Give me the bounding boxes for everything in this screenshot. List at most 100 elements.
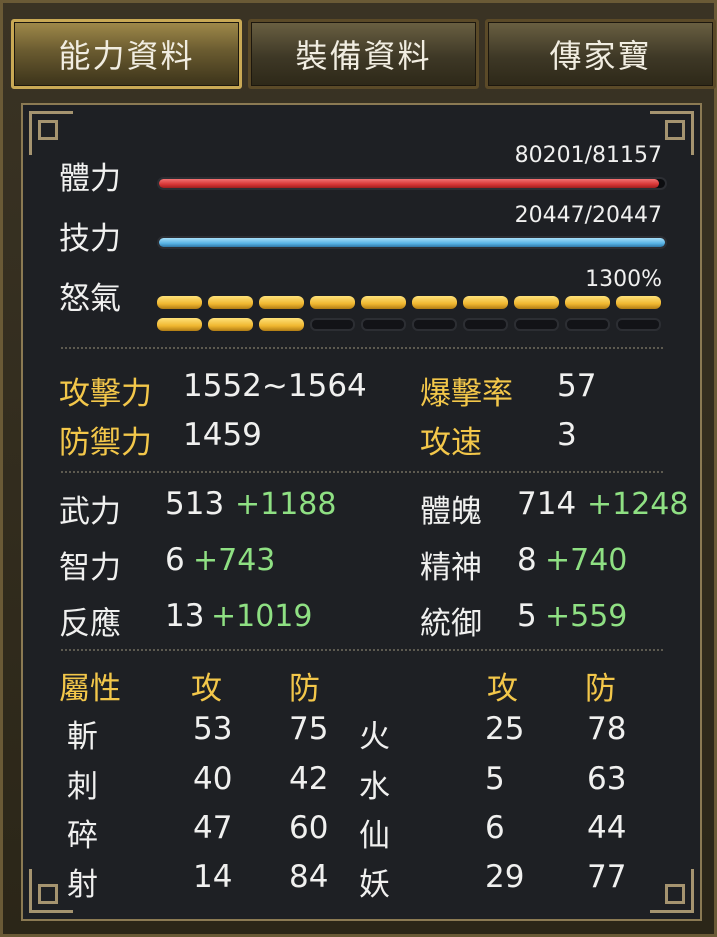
attr-base: 5 — [517, 598, 537, 634]
rage-segment — [310, 318, 355, 331]
rage-segment — [259, 318, 304, 331]
attr-bonus: +740 — [545, 543, 628, 578]
element-cell-name2: 妖 — [359, 867, 390, 903]
rage-value: 1300% — [585, 267, 662, 292]
attack-label: 攻擊力 — [59, 376, 152, 412]
tab-heirloom-label: 傳家寶 — [549, 37, 652, 75]
rage-segment — [361, 296, 406, 309]
element-cell-atk: 47 — [193, 810, 233, 846]
tab-equipment-label: 裝備資料 — [295, 37, 432, 75]
element-cell-name2: 火 — [359, 719, 390, 755]
element-cell-name: 斬 — [67, 719, 98, 755]
sp-bar — [157, 236, 667, 249]
element-cell-def2: 63 — [587, 761, 627, 797]
crit-label: 爆擊率 — [420, 376, 513, 412]
rage-segment — [412, 296, 457, 309]
divider — [61, 471, 663, 473]
sp-label: 技力 — [59, 221, 121, 257]
tab-equipment[interactable]: 裝備資料 — [248, 19, 479, 89]
divider — [61, 649, 663, 651]
defense-label: 防禦力 — [59, 425, 152, 461]
speed-label: 攻速 — [420, 425, 482, 461]
hp-bar-fill — [159, 179, 660, 188]
tab-heirloom[interactable]: 傳家寶 — [485, 19, 716, 89]
rage-segment — [514, 296, 559, 309]
attr-label: 反應 — [59, 606, 121, 642]
attr-label: 智力 — [59, 550, 121, 586]
element-cell-atk: 53 — [193, 711, 233, 747]
element-cell-def: 60 — [289, 810, 329, 846]
element-cell-def: 75 — [289, 711, 329, 747]
element-cell-atk: 14 — [193, 859, 233, 895]
hp-value: 80201/81157 — [514, 143, 662, 168]
tab-ability[interactable]: 能力資料 — [11, 19, 242, 89]
element-header-title: 屬性 — [59, 671, 121, 707]
attr-label: 體魄 — [420, 494, 482, 530]
attr-label: 精神 — [420, 550, 482, 586]
rage-segment — [565, 318, 610, 331]
rage-segment — [208, 296, 253, 309]
attr-bonus: +1248 — [587, 487, 689, 522]
rage-segment — [616, 318, 661, 331]
rage-segment — [259, 296, 304, 309]
crit-value: 57 — [557, 368, 597, 404]
sp-bar-fill — [159, 238, 665, 247]
divider — [61, 347, 663, 349]
element-cell-atk: 40 — [193, 761, 233, 797]
element-header-def2: 防 — [585, 671, 616, 707]
attr-base: 13 — [165, 598, 205, 634]
element-cell-def2: 77 — [587, 859, 627, 895]
element-cell-atk2: 6 — [485, 810, 505, 846]
element-header-atk: 攻 — [191, 671, 222, 707]
corner-ornament — [29, 111, 73, 155]
rage-segment — [157, 318, 202, 331]
rage-segment — [412, 318, 457, 331]
stats-panel: 體力 80201/81157 技力 20447/20447 怒氣 1300% 攻… — [21, 103, 702, 921]
tab-bar: 能力資料 裝備資料 傳家寶 — [11, 19, 716, 89]
rage-segment — [157, 296, 202, 309]
defense-value: 1459 — [183, 417, 262, 453]
element-cell-def: 42 — [289, 761, 329, 797]
rage-segment — [310, 296, 355, 309]
attr-base: 513 — [165, 486, 225, 522]
attr-base: 8 — [517, 542, 537, 578]
tab-ability-label: 能力資料 — [58, 37, 195, 75]
attr-label: 統御 — [420, 606, 482, 642]
rage-segment — [208, 318, 253, 331]
element-cell-name2: 水 — [359, 769, 390, 805]
attr-base: 714 — [517, 486, 577, 522]
rage-segment — [361, 318, 406, 331]
attr-bonus: +559 — [545, 599, 628, 634]
element-cell-def: 84 — [289, 859, 329, 895]
element-header-atk2: 攻 — [487, 671, 518, 707]
attr-bonus: +1019 — [211, 599, 313, 634]
rage-segment — [565, 296, 610, 309]
speed-value: 3 — [557, 417, 577, 453]
rage-segment — [616, 296, 661, 309]
attr-label: 武力 — [59, 494, 121, 530]
rage-segment — [463, 318, 508, 331]
element-cell-name: 射 — [67, 867, 98, 903]
element-cell-atk2: 25 — [485, 711, 525, 747]
element-cell-name2: 仙 — [359, 818, 390, 854]
hp-label: 體力 — [59, 161, 121, 197]
attr-bonus: +743 — [193, 543, 276, 578]
attr-bonus: +1188 — [235, 487, 337, 522]
attack-value: 1552~1564 — [183, 368, 367, 404]
sp-value: 20447/20447 — [514, 203, 662, 228]
rage-segment — [514, 318, 559, 331]
element-header-def: 防 — [289, 671, 320, 707]
element-cell-name: 刺 — [67, 769, 98, 805]
corner-ornament — [650, 869, 694, 913]
element-cell-atk2: 29 — [485, 859, 525, 895]
rage-segments-row1 — [157, 296, 661, 309]
hp-bar — [157, 177, 667, 190]
element-cell-name: 碎 — [67, 818, 98, 854]
rage-segment — [463, 296, 508, 309]
element-cell-def2: 44 — [587, 810, 627, 846]
rage-label: 怒氣 — [59, 281, 121, 317]
element-cell-atk2: 5 — [485, 761, 505, 797]
rage-segments-row2 — [157, 318, 661, 331]
character-stats-window: 能力資料 裝備資料 傳家寶 體力 80201/81157 技力 20447/20… — [0, 0, 717, 937]
attr-base: 6 — [165, 542, 185, 578]
